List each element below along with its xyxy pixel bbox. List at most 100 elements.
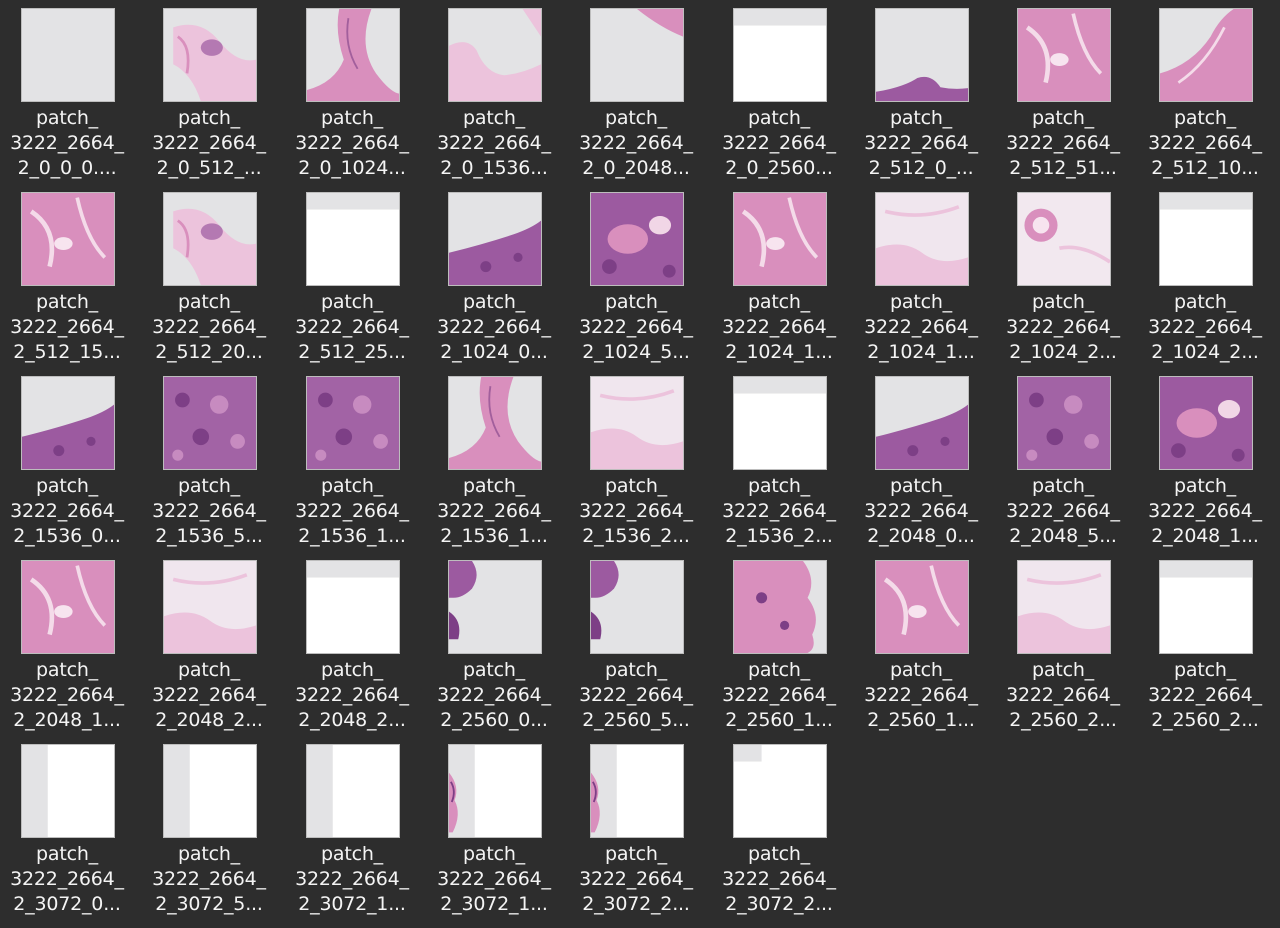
file-item[interactable]: patch_ 3222_2664_ 2_2560_1... bbox=[854, 554, 988, 734]
file-item[interactable]: patch_ 3222_2664_ 2_512_15... bbox=[0, 186, 134, 366]
file-item[interactable]: patch_ 3222_2664_ 2_512_20... bbox=[142, 186, 276, 366]
file-thumbnail[interactable] bbox=[733, 376, 827, 470]
file-item[interactable]: patch_ 3222_2664_ 2_512_10... bbox=[1138, 2, 1272, 182]
file-thumbnail[interactable] bbox=[21, 560, 115, 654]
file-thumbnail[interactable] bbox=[875, 376, 969, 470]
file-thumbnail[interactable] bbox=[590, 8, 684, 102]
file-name[interactable]: patch_ 3222_2664_ 2_512_0_... bbox=[854, 106, 988, 181]
file-thumbnail[interactable] bbox=[21, 376, 115, 470]
file-thumbnail[interactable] bbox=[1159, 376, 1253, 470]
file-thumbnail[interactable] bbox=[163, 8, 257, 102]
file-name[interactable]: patch_ 3222_2664_ 2_512_51... bbox=[996, 106, 1130, 181]
file-item[interactable]: patch_ 3222_2664_ 2_0_2048... bbox=[569, 2, 703, 182]
file-name[interactable]: patch_ 3222_2664_ 2_512_25... bbox=[285, 290, 419, 365]
file-thumbnail[interactable] bbox=[448, 376, 542, 470]
file-item[interactable]: patch_ 3222_2664_ 2_2048_1... bbox=[1138, 370, 1272, 550]
file-name[interactable]: patch_ 3222_2664_ 2_3072_1... bbox=[427, 842, 561, 917]
file-thumbnail[interactable] bbox=[1017, 560, 1111, 654]
file-name[interactable]: patch_ 3222_2664_ 2_2048_2... bbox=[285, 658, 419, 733]
file-item[interactable]: patch_ 3222_2664_ 2_2560_2... bbox=[996, 554, 1130, 734]
file-thumbnail[interactable] bbox=[448, 560, 542, 654]
file-name[interactable]: patch_ 3222_2664_ 2_3072_0... bbox=[0, 842, 134, 917]
file-name[interactable]: patch_ 3222_2664_ 2_3072_5... bbox=[142, 842, 276, 917]
file-item[interactable]: patch_ 3222_2664_ 2_2048_1... bbox=[0, 554, 134, 734]
file-thumbnail[interactable] bbox=[875, 560, 969, 654]
file-thumbnail[interactable] bbox=[21, 8, 115, 102]
file-name[interactable]: patch_ 3222_2664_ 2_1024_2... bbox=[1138, 290, 1272, 365]
file-name[interactable]: patch_ 3222_2664_ 2_1536_1... bbox=[285, 474, 419, 549]
file-item[interactable]: patch_ 3222_2664_ 2_3072_2... bbox=[712, 738, 846, 918]
file-item[interactable]: patch_ 3222_2664_ 2_1536_1... bbox=[285, 370, 419, 550]
file-item[interactable]: patch_ 3222_2664_ 2_2560_5... bbox=[569, 554, 703, 734]
file-name[interactable]: patch_ 3222_2664_ 2_2048_1... bbox=[0, 658, 134, 733]
file-item[interactable]: patch_ 3222_2664_ 2_2048_5... bbox=[996, 370, 1130, 550]
file-item[interactable]: patch_ 3222_2664_ 2_1536_1... bbox=[427, 370, 561, 550]
file-thumbnail[interactable] bbox=[306, 560, 400, 654]
file-item[interactable]: patch_ 3222_2664_ 2_1024_2... bbox=[1138, 186, 1272, 366]
file-item[interactable]: patch_ 3222_2664_ 2_512_25... bbox=[285, 186, 419, 366]
file-name[interactable]: patch_ 3222_2664_ 2_1536_2... bbox=[712, 474, 846, 549]
file-thumbnail[interactable] bbox=[1159, 192, 1253, 286]
file-name[interactable]: patch_ 3222_2664_ 2_3072_1... bbox=[285, 842, 419, 917]
file-thumbnail[interactable] bbox=[306, 744, 400, 838]
file-name[interactable]: patch_ 3222_2664_ 2_1024_1... bbox=[712, 290, 846, 365]
file-item[interactable]: patch_ 3222_2664_ 2_3072_5... bbox=[142, 738, 276, 918]
file-name[interactable]: patch_ 3222_2664_ 2_2560_2... bbox=[996, 658, 1130, 733]
file-thumbnail[interactable] bbox=[733, 744, 827, 838]
file-item[interactable]: patch_ 3222_2664_ 2_1024_2... bbox=[996, 186, 1130, 366]
file-thumbnail[interactable] bbox=[163, 744, 257, 838]
file-name[interactable]: patch_ 3222_2664_ 2_2048_2... bbox=[142, 658, 276, 733]
file-name[interactable]: patch_ 3222_2664_ 2_3072_2... bbox=[712, 842, 846, 917]
file-item[interactable]: patch_ 3222_2664_ 2_1024_0... bbox=[427, 186, 561, 366]
file-name[interactable]: patch_ 3222_2664_ 2_2048_1... bbox=[1138, 474, 1272, 549]
file-thumbnail[interactable] bbox=[448, 744, 542, 838]
file-name[interactable]: patch_ 3222_2664_ 2_1536_1... bbox=[427, 474, 561, 549]
file-name[interactable]: patch_ 3222_2664_ 2_2560_0... bbox=[427, 658, 561, 733]
file-name[interactable]: patch_ 3222_2664_ 2_2560_5... bbox=[569, 658, 703, 733]
file-thumbnail[interactable] bbox=[21, 192, 115, 286]
file-item[interactable]: patch_ 3222_2664_ 2_1536_0... bbox=[0, 370, 134, 550]
file-thumbnail[interactable] bbox=[448, 8, 542, 102]
file-name[interactable]: patch_ 3222_2664_ 2_0_2048... bbox=[569, 106, 703, 181]
file-name[interactable]: patch_ 3222_2664_ 2_2560_1... bbox=[712, 658, 846, 733]
file-item[interactable]: patch_ 3222_2664_ 2_3072_0... bbox=[0, 738, 134, 918]
file-item[interactable]: patch_ 3222_2664_ 2_2560_0... bbox=[427, 554, 561, 734]
file-name[interactable]: patch_ 3222_2664_ 2_512_20... bbox=[142, 290, 276, 365]
file-name[interactable]: patch_ 3222_2664_ 2_0_2560... bbox=[712, 106, 846, 181]
file-item[interactable]: patch_ 3222_2664_ 2_2048_2... bbox=[142, 554, 276, 734]
file-thumbnail[interactable] bbox=[163, 192, 257, 286]
file-thumbnail[interactable] bbox=[163, 376, 257, 470]
file-name[interactable]: patch_ 3222_2664_ 2_1536_0... bbox=[0, 474, 134, 549]
file-item[interactable]: patch_ 3222_2664_ 2_0_0_0.... bbox=[0, 2, 134, 182]
file-name[interactable]: patch_ 3222_2664_ 2_1024_5... bbox=[569, 290, 703, 365]
file-thumbnail[interactable] bbox=[1017, 8, 1111, 102]
file-thumbnail[interactable] bbox=[1017, 192, 1111, 286]
file-thumbnail[interactable] bbox=[590, 376, 684, 470]
file-item[interactable]: patch_ 3222_2664_ 2_2560_1... bbox=[712, 554, 846, 734]
file-thumbnail[interactable] bbox=[448, 192, 542, 286]
file-thumbnail[interactable] bbox=[1017, 376, 1111, 470]
file-thumbnail[interactable] bbox=[163, 560, 257, 654]
file-item[interactable]: patch_ 3222_2664_ 2_2048_2... bbox=[285, 554, 419, 734]
file-name[interactable]: patch_ 3222_2664_ 2_1024_0... bbox=[427, 290, 561, 365]
file-thumbnail[interactable] bbox=[875, 8, 969, 102]
file-item[interactable]: patch_ 3222_2664_ 2_1536_2... bbox=[712, 370, 846, 550]
file-thumbnail[interactable] bbox=[306, 192, 400, 286]
file-item[interactable]: patch_ 3222_2664_ 2_1024_5... bbox=[569, 186, 703, 366]
file-name[interactable]: patch_ 3222_2664_ 2_512_10... bbox=[1138, 106, 1272, 181]
file-thumbnail[interactable] bbox=[1159, 8, 1253, 102]
file-name[interactable]: patch_ 3222_2664_ 2_0_0_0.... bbox=[0, 106, 134, 181]
file-item[interactable]: patch_ 3222_2664_ 2_0_2560... bbox=[712, 2, 846, 182]
file-item[interactable]: patch_ 3222_2664_ 2_1024_1... bbox=[712, 186, 846, 366]
file-thumbnail[interactable] bbox=[590, 192, 684, 286]
file-name[interactable]: patch_ 3222_2664_ 2_1536_5... bbox=[142, 474, 276, 549]
file-item[interactable]: patch_ 3222_2664_ 2_0_1536... bbox=[427, 2, 561, 182]
file-item[interactable]: patch_ 3222_2664_ 2_512_0_... bbox=[854, 2, 988, 182]
file-item[interactable]: patch_ 3222_2664_ 2_0_512_... bbox=[142, 2, 276, 182]
file-name[interactable]: patch_ 3222_2664_ 2_0_512_... bbox=[142, 106, 276, 181]
file-name[interactable]: patch_ 3222_2664_ 2_1024_2... bbox=[996, 290, 1130, 365]
file-name[interactable]: patch_ 3222_2664_ 2_0_1024... bbox=[285, 106, 419, 181]
file-thumbnail[interactable] bbox=[733, 8, 827, 102]
file-thumbnail[interactable] bbox=[590, 744, 684, 838]
file-item[interactable]: patch_ 3222_2664_ 2_0_1024... bbox=[285, 2, 419, 182]
